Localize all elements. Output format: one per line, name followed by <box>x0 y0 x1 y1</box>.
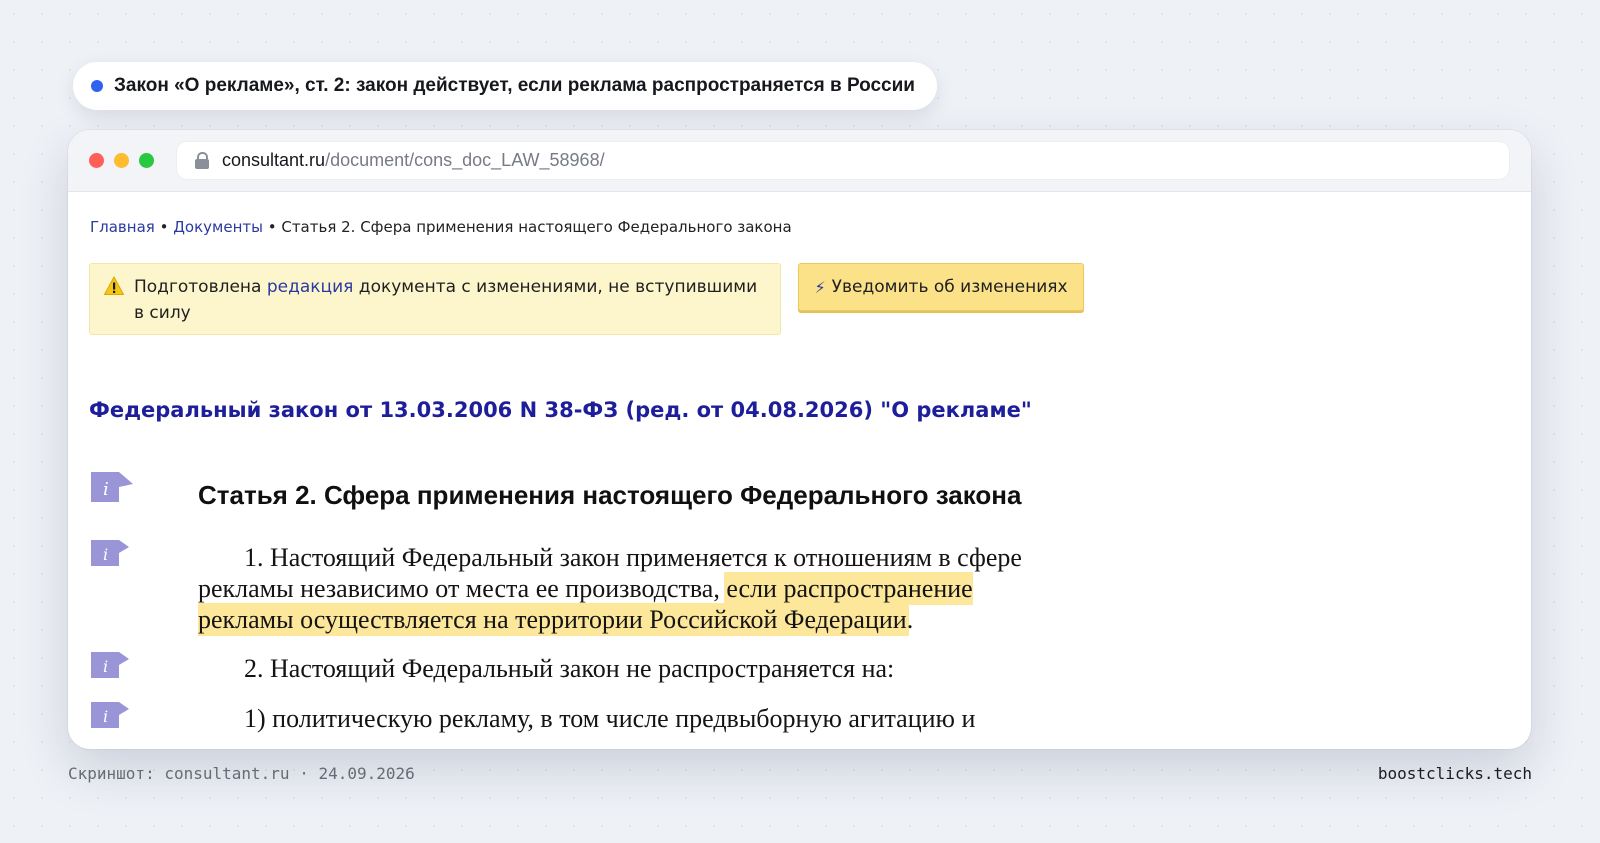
page-content: Главная • Документы • Статья 2. Сфера пр… <box>68 192 1531 749</box>
header-pill: Закон «О рекламе», ст. 2: закон действуе… <box>73 62 937 110</box>
svg-text:i: i <box>103 479 109 500</box>
lock-icon <box>194 151 210 171</box>
breadcrumb-documents-link[interactable]: Документы <box>173 218 263 236</box>
notify-changes-label: Уведомить об изменениях <box>831 277 1068 297</box>
article-paragraph-2: 2. Настоящий Федеральный закон не распро… <box>198 653 1048 684</box>
breadcrumb: Главная • Документы • Статья 2. Сфера пр… <box>90 218 792 236</box>
svg-text:i: i <box>103 545 108 564</box>
browser-window: consultant.ru/document/cons_doc_LAW_5896… <box>68 130 1531 749</box>
svg-text:i: i <box>103 657 108 676</box>
url-text: consultant.ru/document/cons_doc_LAW_5896… <box>222 150 605 171</box>
browser-chrome: consultant.ru/document/cons_doc_LAW_5896… <box>68 130 1531 192</box>
info-icon[interactable]: i <box>89 650 135 684</box>
law-title[interactable]: Федеральный закон от 13.03.2006 N 38-ФЗ … <box>89 398 1032 422</box>
address-bar[interactable]: consultant.ru/document/cons_doc_LAW_5896… <box>177 142 1509 179</box>
minimize-window-button[interactable] <box>114 153 129 168</box>
svg-text:i: i <box>103 707 108 726</box>
maximize-window-button[interactable] <box>139 153 154 168</box>
bolt-icon: ⚡ <box>814 277 826 297</box>
notice-text-before: Подготовлена <box>134 277 267 297</box>
article-heading: Статья 2. Сфера применения настоящего Фе… <box>198 480 1022 510</box>
url-domain: consultant.ru <box>222 150 326 170</box>
edition-notice: Подготовлена редакция документа с измене… <box>89 263 781 335</box>
close-window-button[interactable] <box>89 153 104 168</box>
breadcrumb-current: Статья 2. Сфера применения настоящего Фе… <box>281 218 792 236</box>
paragraph-1-end: . <box>906 605 914 634</box>
warning-icon <box>104 276 124 295</box>
edition-link[interactable]: редакция <box>267 277 354 297</box>
screenshot-caption: Скриншот: consultant.ru · 24.09.2026 <box>68 764 415 783</box>
url-path: /document/cons_doc_LAW_58968/ <box>325 150 605 170</box>
article-paragraph-3: 1) политическую рекламу, в том числе пре… <box>198 703 1048 734</box>
info-icon[interactable]: i <box>89 700 135 734</box>
brand-caption: boostclicks.tech <box>1377 764 1532 783</box>
info-icon[interactable]: i <box>89 470 135 504</box>
info-icon[interactable]: i <box>89 538 135 572</box>
paragraph-2-text: 2. Настоящий Федеральный закон не распро… <box>244 654 895 683</box>
breadcrumb-separator: • <box>262 218 282 236</box>
breadcrumb-separator: • <box>154 218 174 236</box>
notify-changes-button[interactable]: ⚡ Уведомить об изменениях <box>798 263 1084 311</box>
paragraph-3-text: 1) политическую рекламу, в том числе пре… <box>244 704 976 733</box>
breadcrumb-home-link[interactable]: Главная <box>90 218 155 236</box>
article-paragraph-1: 1. Настоящий Федеральный закон применяет… <box>198 542 1048 635</box>
header-pill-text: Закон «О рекламе», ст. 2: закон действуе… <box>114 75 915 96</box>
blue-dot-icon <box>91 80 103 92</box>
